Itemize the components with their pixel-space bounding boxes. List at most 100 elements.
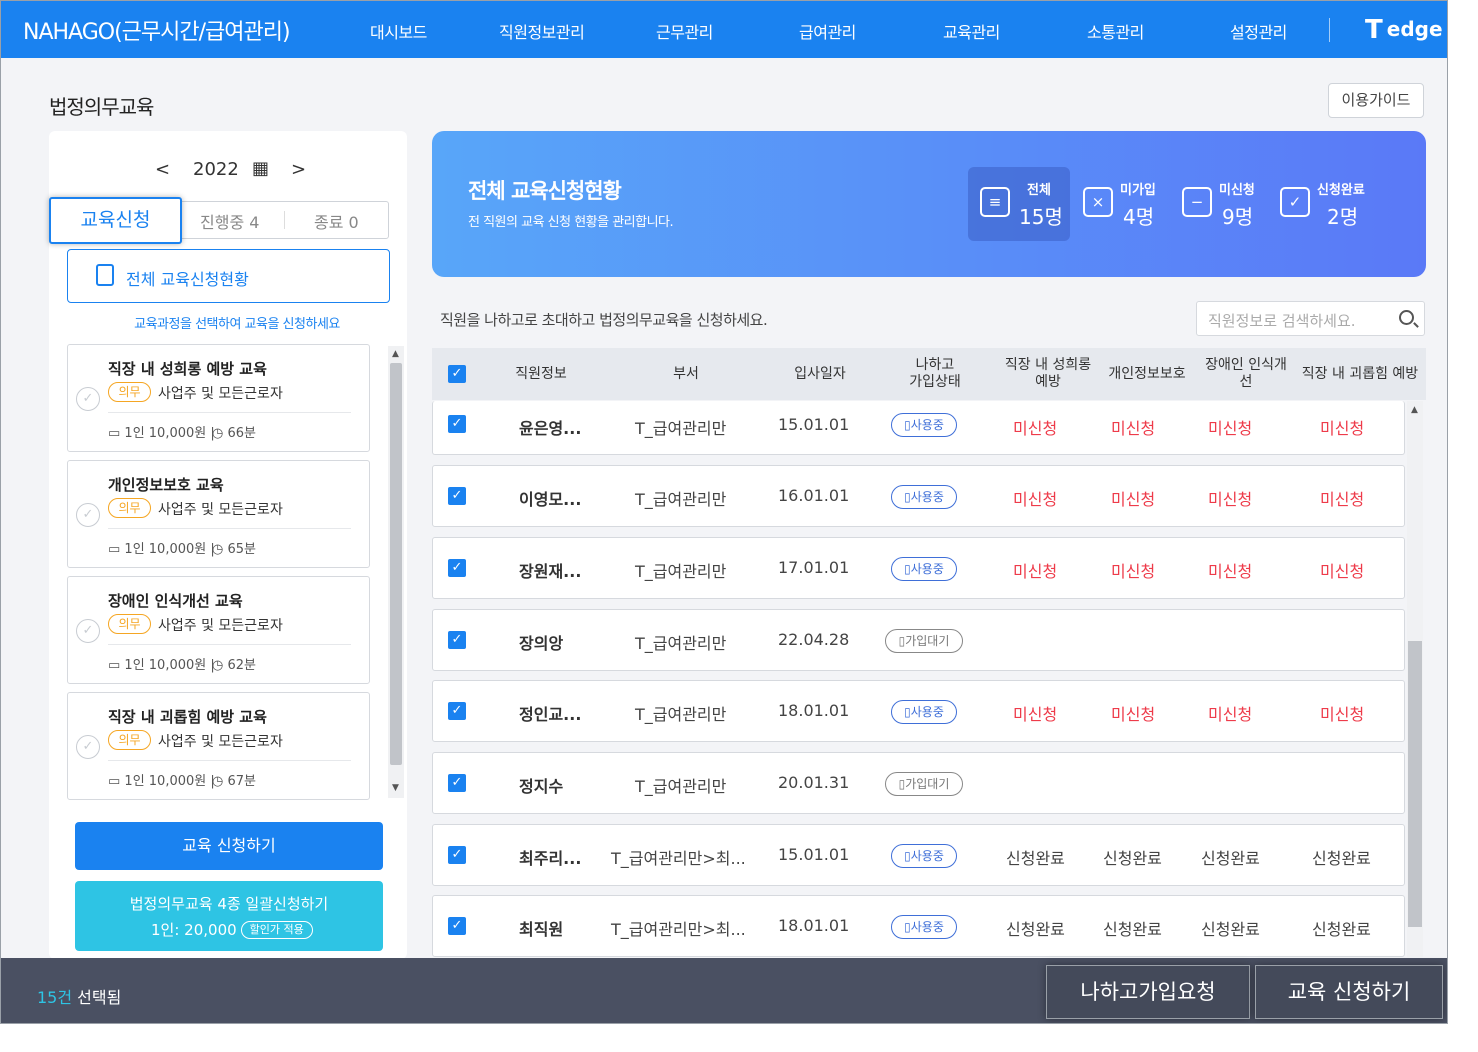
invite-join-button[interactable]: 나하고가입요청 xyxy=(1046,965,1250,1019)
table-scroll-up-icon[interactable]: ▲ xyxy=(1411,405,1418,415)
header-harassment-prevention[interactable]: 직장 내 성희롱 예방 xyxy=(994,348,1102,400)
table-row[interactable]: ✓ 윤은영... T_급여관리만 15.01.01 ▯사용중 미신청 미신청 미… xyxy=(432,401,1405,455)
table-row[interactable]: ✓ 최직원 T_급여관리만>최... 18.01.01 ▯사용중 신청완료 신청… xyxy=(432,895,1405,957)
course-target: 사업주 및 모든근로자 xyxy=(158,618,283,634)
page-title: 법정의무교육 xyxy=(49,95,154,119)
header-join-status[interactable]: 나하고 가입상태 xyxy=(893,348,977,400)
table-row[interactable]: ✓ 최주리... T_급여관리만>최... 15.01.01 ▯사용중 신청완료… xyxy=(432,824,1405,886)
row-checkbox[interactable]: ✓ xyxy=(448,631,466,649)
row-checkbox[interactable]: ✓ xyxy=(448,917,466,935)
row-checkbox[interactable]: ✓ xyxy=(448,774,466,792)
department: T_급여관리만>최... xyxy=(611,920,746,939)
divider xyxy=(108,412,351,413)
stat-total[interactable]: ≡ 전체 15명 xyxy=(968,167,1070,241)
check-circle-icon[interactable]: ✓ xyxy=(76,735,100,759)
course-time: ◷ 65분 xyxy=(212,542,256,557)
tab-divider xyxy=(284,211,285,229)
course-list-scroll-thumb[interactable] xyxy=(390,363,402,765)
prev-year-button[interactable]: < xyxy=(155,159,170,180)
bullying-status: 미신청 xyxy=(1320,419,1365,438)
selection-count-number: 15건 xyxy=(37,988,73,1007)
table-row[interactable]: ✓ 장의앙 T_급여관리만 22.04.28 ▯가입대기 xyxy=(432,609,1405,671)
header-department[interactable]: 부서 xyxy=(641,348,731,400)
course-card[interactable]: ✓ 직장 내 괴롭힘 예방 교육 의무 사업주 및 모든근로자 ▭ 1인 10,… xyxy=(67,692,370,800)
row-checkbox[interactable]: ✓ xyxy=(448,487,466,505)
department: T_급여관리만 xyxy=(635,777,727,796)
bullying-status: 미신청 xyxy=(1320,562,1365,581)
table-row[interactable]: ✓ 정인교... T_급여관리만 18.01.01 ▯사용중 미신청 미신청 미… xyxy=(432,680,1405,742)
check-circle-icon[interactable]: ✓ xyxy=(76,619,100,643)
harassment-status: 신청완료 xyxy=(1006,849,1065,868)
stat-unregistered[interactable]: × 미가입 4명 xyxy=(1083,167,1173,241)
harassment-status: 미신청 xyxy=(1013,419,1058,438)
employee-name: 장의앙 xyxy=(519,634,564,653)
header-bullying-prevention[interactable]: 직장 내 괴롭힘 예방 xyxy=(1294,348,1426,400)
nav-communication[interactable]: 소통관리 xyxy=(1087,19,1144,43)
table-row[interactable]: ✓ 이영모... T_급여관리만 16.01.01 ▯사용중 미신청 미신청 미… xyxy=(432,465,1405,527)
privacy-status: 신청완료 xyxy=(1103,920,1162,939)
stat-not-applied[interactable]: − 미신청 9명 xyxy=(1182,167,1272,241)
select-all-checkbox[interactable]: ✓ xyxy=(448,365,466,383)
employee-search[interactable]: 직원정보로 검색하세요. xyxy=(1196,301,1425,336)
nav-payroll[interactable]: 급여관리 xyxy=(799,19,856,43)
row-checkbox[interactable]: ✓ xyxy=(448,846,466,864)
discount-badge: 할인가 적용 xyxy=(240,921,313,939)
search-input[interactable]: 직원정보로 검색하세요. xyxy=(1208,310,1356,331)
course-card[interactable]: ✓ 직장 내 성희롱 예방 교육 의무 사업주 및 모든근로자 ▭ 1인 10,… xyxy=(67,344,370,452)
employee-name: 이영모... xyxy=(519,490,582,509)
course-card[interactable]: ✓ 장애인 인식개선 교육 의무 사업주 및 모든근로자 ▭ 1인 10,000… xyxy=(67,576,370,684)
bulk-apply-button[interactable]: 법정의무교육 4종 일괄신청하기 1인: 20,000 할인가 적용 xyxy=(75,881,383,951)
nav-education[interactable]: 교육관리 xyxy=(943,19,1000,43)
course-price: ▭ 1인 10,000원 | xyxy=(108,658,215,673)
nav-work[interactable]: 근무관리 xyxy=(656,19,713,43)
check-circle-icon[interactable]: ✓ xyxy=(76,387,100,411)
tab-apply[interactable]: 교육신청 xyxy=(49,197,182,244)
table-row[interactable]: ✓ 정지수 T_급여관리만 20.01.31 ▯가입대기 xyxy=(432,752,1405,814)
search-icon[interactable] xyxy=(1399,310,1414,325)
scroll-up-icon[interactable]: ▲ xyxy=(392,349,399,359)
header-privacy[interactable]: 개인정보보호 xyxy=(1102,348,1192,400)
header-hire-date[interactable]: 입사일자 xyxy=(775,348,865,400)
tab-ongoing[interactable]: 진행중 4 xyxy=(200,209,259,233)
apply-education-button[interactable]: 교육 신청하기 xyxy=(75,822,383,870)
logo-t: T xyxy=(1365,15,1383,45)
header-employee[interactable]: 직원정보 xyxy=(496,348,586,400)
check-circle-icon[interactable]: ✓ xyxy=(76,503,100,527)
document-edit-icon xyxy=(96,264,114,286)
header-disability-awareness[interactable]: 장애인 인식개 선 xyxy=(1197,348,1295,400)
logo-text: edge xyxy=(1386,17,1443,41)
divider xyxy=(108,760,351,761)
tedge-logo[interactable]: Tedge xyxy=(1365,15,1443,45)
scroll-down-icon[interactable]: ▼ xyxy=(392,783,399,793)
bullying-status: 미신청 xyxy=(1320,705,1365,724)
status-badge: ▯사용중 xyxy=(891,557,957,581)
status-text: 사용중 xyxy=(910,849,944,863)
employee-name: 정인교... xyxy=(519,705,582,724)
course-time: ◷ 66분 xyxy=(212,426,256,441)
nav-employee-info[interactable]: 직원정보관리 xyxy=(499,19,585,43)
row-checkbox[interactable]: ✓ xyxy=(448,415,466,433)
course-price-text: 1인 10,000원 xyxy=(124,658,207,673)
calendar-icon[interactable]: ▦ xyxy=(252,158,269,179)
brand-title[interactable]: NAHAGO(근무시간/급여관리) xyxy=(23,14,291,46)
banner-subtitle: 전 직원의 교육 신청 현황을 관리합니다. xyxy=(468,215,674,230)
row-checkbox[interactable]: ✓ xyxy=(448,702,466,720)
hire-date: 20.01.31 xyxy=(778,773,850,792)
divider xyxy=(108,528,351,529)
row-checkbox[interactable]: ✓ xyxy=(448,559,466,577)
nav-dashboard[interactable]: 대시보드 xyxy=(370,19,427,43)
next-year-button[interactable]: > xyxy=(291,159,306,180)
list-icon: ≡ xyxy=(980,187,1010,217)
tab-done[interactable]: 종료 0 xyxy=(314,209,359,233)
table-scroll-thumb[interactable] xyxy=(1408,641,1422,927)
stat-label: 미가입 xyxy=(1120,183,1156,198)
table-row[interactable]: ✓ 장원재... T_급여관리만 17.01.01 ▯사용중 미신청 미신청 미… xyxy=(432,537,1405,599)
course-card[interactable]: ✓ 개인정보보호 교육 의무 사업주 및 모든근로자 ▭ 1인 10,000원 … xyxy=(67,460,370,568)
bottom-apply-button[interactable]: 교육 신청하기 xyxy=(1255,965,1443,1019)
all-status-button[interactable]: 전체 교육신청현황 xyxy=(67,249,390,303)
disability-status: 미신청 xyxy=(1208,490,1253,509)
guide-button[interactable]: 이용가이드 xyxy=(1328,83,1424,118)
course-price: ▭ 1인 10,000원 | xyxy=(108,542,215,557)
stat-applied[interactable]: ✓ 신청완료 2명 xyxy=(1280,167,1390,241)
nav-settings[interactable]: 설정관리 xyxy=(1230,19,1287,43)
